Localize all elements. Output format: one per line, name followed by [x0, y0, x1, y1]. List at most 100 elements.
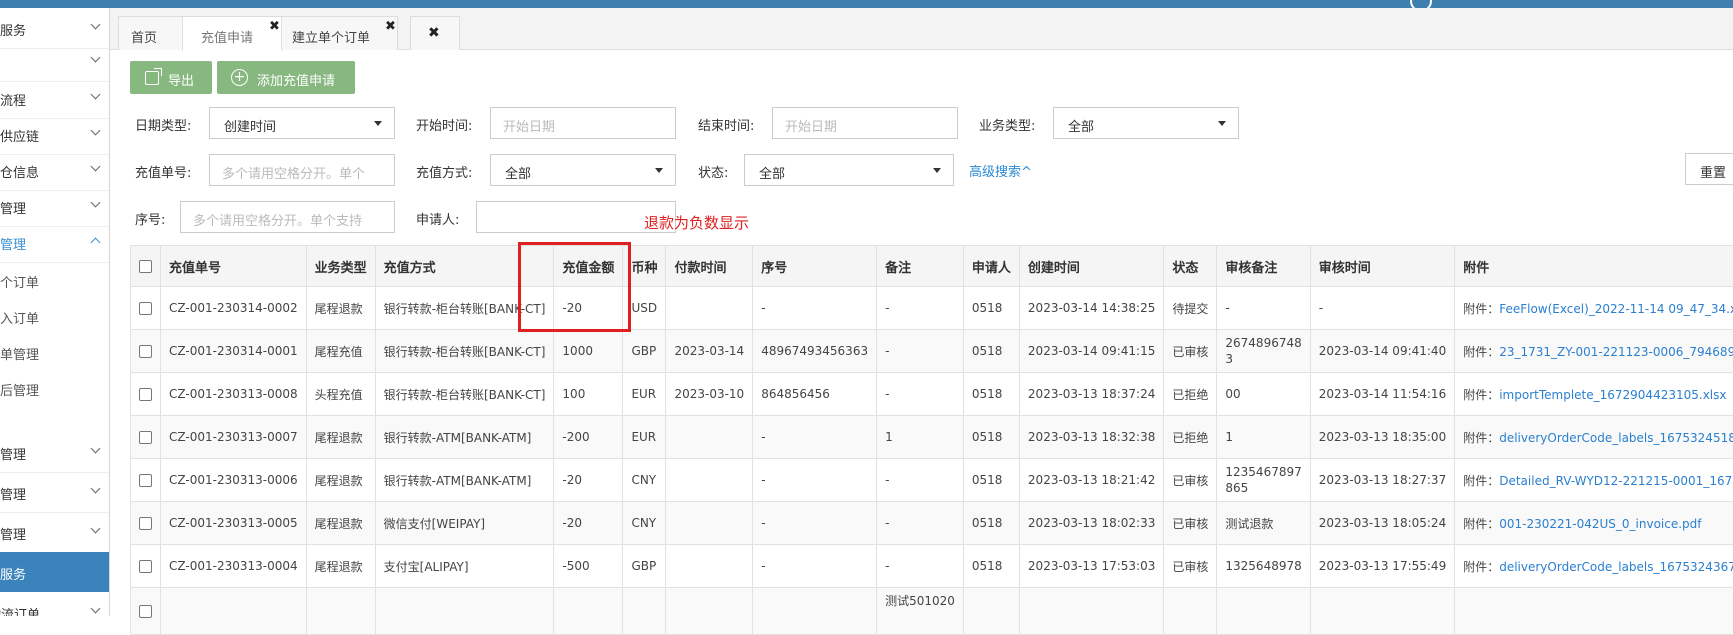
sidebar-subitem-label: 导入订单	[0, 308, 39, 327]
row-checkbox[interactable]	[139, 431, 152, 444]
chevron-down-icon	[91, 20, 101, 30]
row-select-cell[interactable]	[131, 545, 161, 588]
select-all-checkbox[interactable]	[139, 260, 152, 273]
sidebar-item-warehouse-info[interactable]: 仓信息	[0, 150, 109, 191]
cell-remark: -	[877, 287, 964, 330]
cell-recharge-no	[161, 588, 307, 635]
cell-biz-type	[306, 588, 375, 635]
recharge-no-input[interactable]: 多个请用空格分开。单个	[209, 154, 395, 186]
attachment-link[interactable]: 001-230221-042US_0_invoice.pdf	[1499, 517, 1701, 531]
close-icon[interactable]: ✖	[385, 19, 396, 34]
end-date-input[interactable]: 开始日期	[772, 107, 958, 139]
cell-pay-time: 2023-03-10	[666, 373, 753, 416]
cell-applicant: 0518	[963, 373, 1019, 416]
cell-status: 已审核	[1164, 330, 1217, 373]
attachment-link[interactable]: importTemplete_1672904423105.xlsx	[1499, 388, 1726, 402]
table-row: CZ-001-230313-0004 尾程退款 支付宝[ALIPAY] -500…	[131, 545, 1733, 588]
cell-amount: -20	[554, 459, 623, 502]
table-row: 测试501020	[131, 588, 1733, 635]
cell-pay-time: 2023-03-14	[666, 330, 753, 373]
row-checkbox[interactable]	[139, 345, 152, 358]
cell-review-remark: 00	[1217, 373, 1310, 416]
sidebar-item-manage-1[interactable]: 管理	[0, 186, 109, 227]
cell-status: 已拒绝	[1164, 416, 1217, 459]
row-checkbox[interactable]	[139, 517, 152, 530]
sidebar-item-label: 仓信息	[0, 162, 39, 181]
col-remark: 备注	[877, 246, 964, 287]
cell-amount: -20	[554, 502, 623, 545]
sidebar-item-manage-3[interactable]: 管理	[0, 472, 109, 513]
sidebar-subitem-after-sales[interactable]: 售后管理	[0, 370, 109, 406]
tab-create-order[interactable]: 建立单个订单 ✖	[281, 16, 398, 50]
row-checkbox[interactable]	[139, 605, 152, 618]
tab-home[interactable]: 首页	[118, 16, 184, 50]
cell-remark: 测试501020	[877, 588, 964, 635]
seq-input[interactable]: 多个请用空格分开。单个支持	[180, 201, 395, 233]
cell-status: 已审核	[1164, 502, 1217, 545]
attachment-link[interactable]: Detailed_RV-WYD12-221215-0001_1671434092	[1499, 474, 1733, 488]
sidebar-item-2[interactable]	[0, 41, 109, 82]
reset-button[interactable]: 重置	[1685, 153, 1733, 185]
applicant-label: 申请人:	[416, 209, 459, 228]
cell-pay-time	[666, 416, 753, 459]
row-select-cell[interactable]	[131, 373, 161, 416]
sidebar-item-label: 管理	[0, 524, 26, 543]
cell-biz-type: 尾程退款	[306, 545, 375, 588]
attachment-prefix: 附件：	[1463, 560, 1499, 574]
advanced-search-link[interactable]: 高级搜索^	[969, 161, 1032, 180]
sidebar-item-manage-2[interactable]: 管理	[0, 432, 109, 473]
cell-review-time: 2023-03-13 18:27:37	[1310, 459, 1454, 502]
row-select-cell[interactable]	[131, 588, 161, 635]
row-select-cell[interactable]	[131, 330, 161, 373]
row-select-cell[interactable]	[131, 287, 161, 330]
row-checkbox[interactable]	[139, 474, 152, 487]
biz-type-select[interactable]: 全部	[1053, 107, 1239, 139]
sidebar-item-service-active[interactable]: 服务	[0, 552, 109, 592]
attachment-link[interactable]: deliveryOrderCode_labels_1675324518951.p…	[1499, 431, 1733, 445]
sidebar-item-manage-4[interactable]: 管理	[0, 512, 109, 553]
cell-amount	[554, 588, 623, 635]
col-review-remark: 审核备注	[1217, 246, 1310, 287]
cell-review-time: 2023-03-14 11:54:16	[1310, 373, 1454, 416]
sidebar-item-logistics-order[interactable]: 物流订单	[0, 592, 109, 616]
status-select[interactable]: 全部	[744, 154, 954, 186]
cell-method: 银行转款-柜台转账[BANK-CT]	[375, 373, 554, 416]
cell-method: 银行转款-ATM[BANK-ATM]	[375, 459, 554, 502]
tab-recharge-apply[interactable]: 充值申请 ✖	[182, 16, 283, 51]
sidebar-subitem-import-order[interactable]: 导入订单	[0, 298, 109, 334]
chevron-down-icon	[91, 198, 101, 208]
caret-down-icon	[655, 168, 663, 173]
date-type-label: 日期类型:	[135, 115, 191, 134]
sidebar-item-supply-chain[interactable]: 供应链	[0, 114, 109, 155]
sidebar-subitem-single-order[interactable]: 单个订单	[0, 262, 109, 298]
row-select-cell[interactable]	[131, 459, 161, 502]
row-select-cell[interactable]	[131, 416, 161, 459]
cell-biz-type: 尾程退款	[306, 287, 375, 330]
row-checkbox[interactable]	[139, 302, 152, 315]
sidebar-item-flow[interactable]: 流程	[0, 78, 109, 119]
sidebar-subitem-order-manage[interactable]: 订单管理	[0, 334, 109, 370]
attachment-link[interactable]: 23_1731_ZY-001-221123-0006_794689551454_…	[1499, 345, 1733, 359]
cell-applicant: 0518	[963, 502, 1019, 545]
sidebar-item-manage-open[interactable]: 管理	[0, 222, 109, 263]
sidebar-item-label: 供应链	[0, 126, 39, 145]
row-checkbox[interactable]	[139, 388, 152, 401]
cell-amount: -200	[554, 416, 623, 459]
date-type-select[interactable]: 创建时间	[209, 107, 395, 139]
row-select-cell[interactable]	[131, 502, 161, 545]
close-icon[interactable]: ✖	[269, 19, 280, 34]
cell-remark: -	[877, 502, 964, 545]
table-row: CZ-001-230313-0006 尾程退款 银行转款-ATM[BANK-AT…	[131, 459, 1733, 502]
select-all-cell[interactable]	[131, 246, 161, 287]
tab-close-all-button[interactable]: ✖	[410, 16, 460, 50]
export-button[interactable]: 导出	[130, 61, 212, 94]
cell-amount: -500	[554, 545, 623, 588]
attachment-link[interactable]: FeeFlow(Excel)_2022-11-14 09_47_34.xlsx	[1499, 302, 1733, 316]
cell-review-remark: -	[1217, 287, 1310, 330]
add-recharge-button[interactable]: + 添加充值申请	[217, 61, 355, 94]
recharge-method-select[interactable]: 全部	[490, 154, 676, 186]
start-date-input[interactable]: 开始日期	[490, 107, 676, 139]
cell-remark: 1	[877, 416, 964, 459]
attachment-link[interactable]: deliveryOrderCode_labels_1675324367069.p…	[1499, 560, 1733, 574]
row-checkbox[interactable]	[139, 560, 152, 573]
